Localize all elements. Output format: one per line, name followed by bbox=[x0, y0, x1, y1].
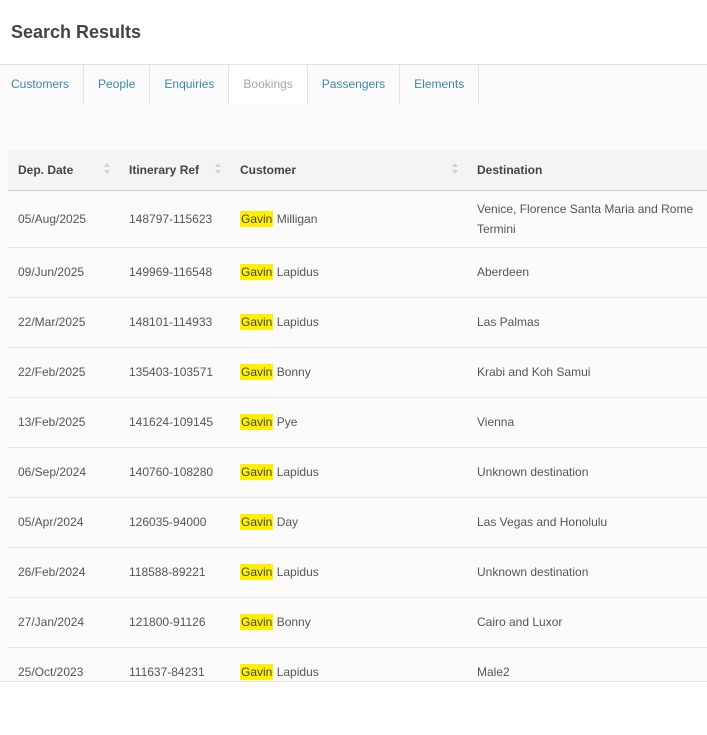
tab-passengers[interactable]: Passengers bbox=[308, 65, 401, 104]
table-row[interactable]: 09/Jun/2025 149969-116548 Gavin Lapidus … bbox=[8, 247, 707, 298]
search-match-highlight: Gavin bbox=[240, 210, 274, 227]
column-header-itinerary-ref[interactable]: Itinerary Ref bbox=[119, 150, 230, 191]
tab-enquiries[interactable]: Enquiries bbox=[150, 65, 230, 104]
customer-cell: Gavin Bonny bbox=[230, 347, 467, 398]
search-match-highlight: Gavin bbox=[240, 264, 274, 280]
itinerary-ref-cell: 140760-108280 bbox=[119, 447, 230, 498]
destination-cell: Aberdeen bbox=[467, 247, 707, 298]
bookings-panel: Dep. Date Itinerary Ref Customer Destina… bbox=[0, 104, 707, 682]
search-match-highlight: Gavin bbox=[240, 564, 274, 580]
itinerary-ref-cell: 148797-115623 bbox=[119, 190, 230, 248]
column-header-customer[interactable]: Customer bbox=[230, 150, 467, 191]
destination-cell: Las Vegas and Honolulu bbox=[467, 497, 707, 548]
destination-cell: Male2 bbox=[467, 647, 707, 681]
table-row[interactable]: 25/Oct/2023 111637-84231 Gavin Lapidus M… bbox=[8, 647, 707, 681]
bookings-table: Dep. Date Itinerary Ref Customer Destina… bbox=[8, 150, 707, 681]
customer-last-name: Lapidus bbox=[276, 465, 319, 479]
search-match-highlight: Gavin bbox=[240, 614, 274, 630]
column-header-label: Destination bbox=[477, 162, 543, 177]
customer-cell: Gavin Lapidus bbox=[230, 247, 467, 298]
destination-cell: Krabi and Koh Samui bbox=[467, 347, 707, 398]
search-match-highlight: Gavin bbox=[240, 314, 274, 330]
sort-icon[interactable] bbox=[104, 163, 111, 177]
customer-last-name: Pye bbox=[276, 415, 298, 429]
page-title: Search Results bbox=[11, 22, 142, 42]
customer-last-name: Day bbox=[276, 515, 299, 529]
customer-last-name: Bonny bbox=[276, 365, 311, 379]
search-match-highlight: Gavin bbox=[240, 664, 274, 680]
destination-cell: Unknown destination bbox=[467, 547, 707, 598]
destination-cell: Cairo and Luxor bbox=[467, 597, 707, 648]
itinerary-ref-cell: 121800-91126 bbox=[119, 597, 230, 648]
tab-elements[interactable]: Elements bbox=[400, 65, 480, 104]
table-row[interactable]: 06/Sep/2024 140760-108280 Gavin Lapidus … bbox=[8, 447, 707, 498]
table-row[interactable]: 27/Jan/2024 121800-91126 Gavin Bonny Cai… bbox=[8, 597, 707, 648]
column-header-label: Itinerary Ref bbox=[129, 162, 200, 177]
tab-customers[interactable]: Customers bbox=[0, 65, 85, 104]
itinerary-ref-cell: 141624-109145 bbox=[119, 397, 230, 448]
dep-date-cell: 27/Jan/2024 bbox=[8, 597, 119, 648]
dep-date-cell: 25/Oct/2023 bbox=[8, 647, 119, 681]
itinerary-ref-cell: 126035-94000 bbox=[119, 497, 230, 548]
column-header-label: Customer bbox=[240, 162, 297, 177]
customer-cell: Gavin Bonny bbox=[230, 597, 467, 648]
dep-date-cell: 09/Jun/2025 bbox=[8, 247, 119, 298]
dep-date-cell: 06/Sep/2024 bbox=[8, 447, 119, 498]
table-row[interactable]: 05/Apr/2024 126035-94000 Gavin Day Las V… bbox=[8, 497, 707, 548]
table-row[interactable]: 13/Feb/2025 141624-109145 Gavin Pye Vien… bbox=[8, 397, 707, 448]
itinerary-ref-cell: 135403-103571 bbox=[119, 347, 230, 398]
customer-last-name: Milligan bbox=[276, 211, 318, 226]
dep-date-cell: 22/Mar/2025 bbox=[8, 297, 119, 348]
table-header-row: Dep. Date Itinerary Ref Customer Destina… bbox=[8, 150, 707, 191]
customer-last-name: Lapidus bbox=[276, 665, 319, 679]
itinerary-ref-cell: 148101-114933 bbox=[119, 297, 230, 348]
customer-cell: Gavin Lapidus bbox=[230, 647, 467, 681]
itinerary-ref-cell: 149969-116548 bbox=[119, 247, 230, 298]
destination-cell: Venice, Florence Santa Maria and Rome Te… bbox=[467, 190, 707, 248]
customer-cell: Gavin Lapidus bbox=[230, 297, 467, 348]
results-tabs: Customers People Enquiries Bookings Pass… bbox=[0, 64, 707, 105]
search-match-highlight: Gavin bbox=[240, 414, 274, 430]
tab-bookings[interactable]: Bookings bbox=[229, 65, 308, 104]
dep-date-cell: 26/Feb/2024 bbox=[8, 547, 119, 598]
customer-cell: Gavin Milligan bbox=[230, 190, 467, 248]
search-match-highlight: Gavin bbox=[240, 364, 274, 380]
sort-icon[interactable] bbox=[215, 163, 222, 177]
tab-people[interactable]: People bbox=[84, 65, 151, 104]
search-match-highlight: Gavin bbox=[240, 514, 274, 530]
column-header-destination[interactable]: Destination bbox=[467, 150, 707, 191]
destination-cell: Vienna bbox=[467, 397, 707, 448]
customer-last-name: Lapidus bbox=[276, 565, 319, 579]
customer-cell: Gavin Lapidus bbox=[230, 547, 467, 598]
destination-cell: Las Palmas bbox=[467, 297, 707, 348]
table-row[interactable]: 05/Aug/2025 148797-115623 Gavin Milligan… bbox=[8, 190, 707, 248]
itinerary-ref-cell: 111637-84231 bbox=[119, 647, 230, 681]
customer-cell: Gavin Day bbox=[230, 497, 467, 548]
column-header-label: Dep. Date bbox=[18, 162, 74, 177]
dep-date-cell: 13/Feb/2025 bbox=[8, 397, 119, 448]
column-header-dep-date[interactable]: Dep. Date bbox=[8, 150, 119, 191]
dep-date-cell: 22/Feb/2025 bbox=[8, 347, 119, 398]
table-row[interactable]: 22/Feb/2025 135403-103571 Gavin Bonny Kr… bbox=[8, 347, 707, 398]
dep-date-cell: 05/Aug/2025 bbox=[8, 190, 119, 248]
destination-cell: Unknown destination bbox=[467, 447, 707, 498]
table-row[interactable]: 22/Mar/2025 148101-114933 Gavin Lapidus … bbox=[8, 297, 707, 348]
customer-cell: Gavin Pye bbox=[230, 397, 467, 448]
table-row[interactable]: 26/Feb/2024 118588-89221 Gavin Lapidus U… bbox=[8, 547, 707, 598]
search-match-highlight: Gavin bbox=[240, 464, 274, 480]
customer-cell: Gavin Lapidus bbox=[230, 447, 467, 498]
dep-date-cell: 05/Apr/2024 bbox=[8, 497, 119, 548]
customer-last-name: Bonny bbox=[276, 615, 311, 629]
sort-icon[interactable] bbox=[452, 163, 459, 177]
itinerary-ref-cell: 118588-89221 bbox=[119, 547, 230, 598]
customer-last-name: Lapidus bbox=[276, 265, 319, 279]
customer-last-name: Lapidus bbox=[276, 315, 319, 329]
